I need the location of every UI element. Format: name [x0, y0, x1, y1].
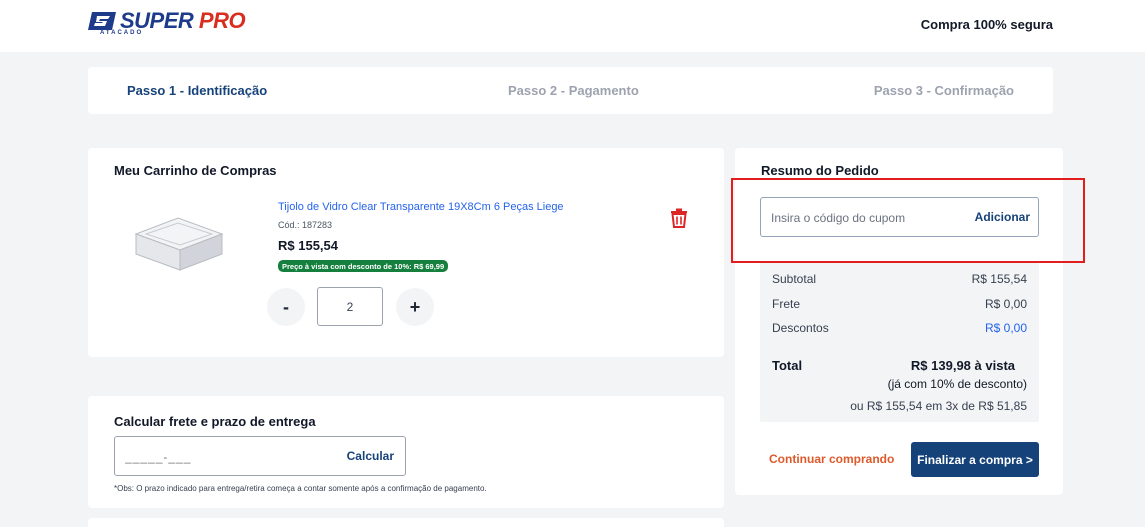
quantity-increase-button[interactable]: +: [396, 288, 434, 326]
total-label: Total: [772, 358, 803, 373]
cep-field: Calcular: [114, 436, 406, 476]
continue-shopping-link[interactable]: Continuar comprando: [769, 452, 894, 466]
quantity-decrease-button[interactable]: -: [267, 288, 305, 326]
shipping-calculator-card: Calcular frete e prazo de entrega Calcul…: [88, 396, 724, 508]
step-identification: Passo 1 - Identificação: [127, 83, 268, 98]
logo-word-pro: PRO: [198, 8, 246, 33]
step-confirmation: Passo 3 - Confirmação: [873, 83, 1014, 98]
installments-text: ou R$ 155,54 em 3x de R$ 51,85: [850, 399, 1027, 413]
total-value: R$ 139,98 à vista: [910, 358, 1015, 373]
shipping-title: Calcular frete e prazo de entrega: [114, 414, 316, 429]
discount-label: Descontos: [772, 321, 829, 335]
shipping-note: *Obs: O prazo indicado para entrega/reti…: [114, 484, 487, 493]
next-card-edge: [88, 518, 724, 527]
checkout-button[interactable]: Finalizar a compra >: [911, 442, 1039, 477]
product-price: R$ 155,54: [278, 238, 338, 253]
subtotal-row: Subtotal R$ 155,54: [772, 272, 1027, 286]
cart-title: Meu Carrinho de Compras: [114, 163, 277, 178]
glass-brick-image[interactable]: [130, 204, 226, 280]
quantity-input[interactable]: [317, 287, 383, 326]
totals-panel: Subtotal R$ 155,54 Frete R$ 0,00 Descont…: [760, 262, 1039, 422]
cep-input[interactable]: [125, 447, 325, 467]
trash-icon[interactable]: [668, 207, 690, 229]
cash-discount-badge: Preço à vista com desconto de 10%: R$ 69…: [278, 260, 449, 272]
product-code: Cód.: 187283: [278, 220, 333, 230]
logo-mark-icon: [88, 12, 116, 30]
subtotal-value: R$ 155,54: [971, 272, 1027, 286]
shipping-row: Frete R$ 0,00: [772, 297, 1027, 311]
shipping-label: Frete: [772, 297, 801, 311]
calculate-shipping-button[interactable]: Calcular: [347, 449, 394, 463]
checkout-steps: Passo 1 - Identificação Passo 2 - Pagame…: [88, 67, 1053, 114]
discount-value: R$ 0,00: [984, 321, 1027, 335]
secure-purchase-label: Compra 100% segura: [920, 17, 1053, 32]
cart-card: Meu Carrinho de Compras Tijolo de Vidro …: [88, 148, 724, 357]
summary-title: Resumo do Pedido: [761, 163, 879, 178]
total-discount-note: (já com 10% de desconto): [887, 377, 1027, 391]
coupon-highlight-box: [731, 178, 1085, 263]
discount-row: Descontos R$ 0,00: [772, 321, 1027, 335]
shipping-value: R$ 0,00: [984, 297, 1027, 311]
top-bar: SUPER PRO ATACADO Compra 100% segura: [0, 0, 1145, 52]
subtotal-label: Subtotal: [772, 272, 817, 286]
product-name-link[interactable]: Tijolo de Vidro Clear Transparente 19X8C…: [278, 201, 564, 213]
step-payment: Passo 2 - Pagamento: [508, 83, 639, 98]
logo-subtitle: ATACADO: [100, 30, 144, 36]
